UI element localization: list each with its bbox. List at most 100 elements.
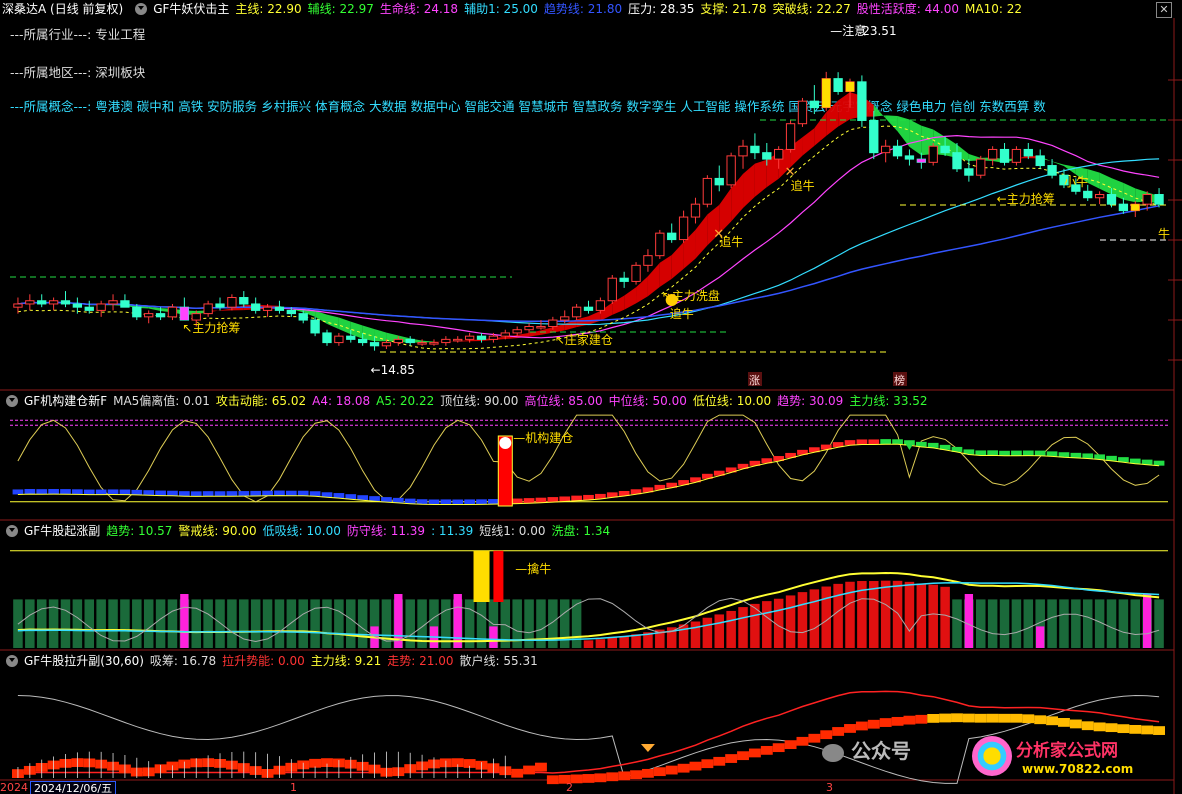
pane2-value-5: 高位线: 85.00 xyxy=(524,394,603,408)
candle xyxy=(738,139,748,169)
candle-body xyxy=(144,313,154,318)
candle-body xyxy=(904,155,915,160)
candle xyxy=(322,329,332,346)
trend-block xyxy=(844,440,856,446)
trend-block xyxy=(428,499,440,505)
candle-body xyxy=(215,303,225,308)
trend-block xyxy=(416,499,428,505)
watermark-gzh: 公众号 xyxy=(822,735,911,764)
pane4-name[interactable]: GF牛股拉升副(30,60) xyxy=(24,652,144,670)
ribbon-segment xyxy=(754,159,767,197)
candle-body xyxy=(524,325,534,331)
candle xyxy=(25,294,35,311)
trend-block xyxy=(167,490,178,496)
candle xyxy=(987,146,998,166)
low-price-label: ←14.85 xyxy=(371,363,415,377)
band-segment xyxy=(855,721,868,731)
candle xyxy=(809,85,820,115)
candle-body xyxy=(643,255,653,266)
pane3-bar xyxy=(714,614,725,648)
candle xyxy=(144,310,154,324)
candle-body xyxy=(108,300,118,305)
pane3-spike-0 xyxy=(180,594,189,648)
pane3-dropdown-icon[interactable] xyxy=(6,525,18,537)
trend-block xyxy=(250,490,262,496)
band-segment xyxy=(772,743,785,753)
band-segment xyxy=(665,765,678,775)
pane4-value-4: 散户线: 55.31 xyxy=(459,654,538,668)
pane3-bar xyxy=(821,586,831,648)
trend-block xyxy=(179,491,190,497)
pane3-bar xyxy=(987,599,998,648)
band-segment xyxy=(891,716,904,726)
pane2-momentum-line xyxy=(17,414,1160,503)
trend-block xyxy=(369,496,380,502)
pane3-value-0: 趋势: 10.57 xyxy=(106,524,173,538)
chase-bull-label-1: 追牛 xyxy=(670,306,694,321)
trend-block xyxy=(464,499,475,505)
pane3-bar xyxy=(322,599,332,648)
trend-block xyxy=(999,450,1010,456)
pane3-bar xyxy=(809,589,820,648)
band-segment xyxy=(725,754,738,763)
pane3-bar xyxy=(191,599,201,648)
candle xyxy=(48,297,59,311)
pane3-header: GF牛股起涨副 趋势: 10.57 警戒线: 90.00 低吸线: 10.00 防守线… xyxy=(0,522,1170,540)
trend-block xyxy=(1011,450,1022,456)
candle-body xyxy=(631,264,641,282)
candle xyxy=(108,294,118,311)
trend-block xyxy=(488,499,499,505)
footer-date[interactable]: 2024/12/06/五 xyxy=(30,781,117,794)
pane3-bar xyxy=(60,599,71,648)
candle xyxy=(239,291,249,308)
candle-body xyxy=(750,145,760,154)
pane2-name[interactable]: GF机构建仓新F xyxy=(24,392,107,410)
site-logo: 分析家公式网 www.70822.com xyxy=(972,730,1172,786)
highlight-candle-3 xyxy=(917,159,926,163)
diamond-icon xyxy=(640,744,655,752)
pane2-trend-blocks xyxy=(12,439,1165,505)
qinniu-label: —擒牛 xyxy=(515,561,551,576)
qinniu-bar-1 xyxy=(473,550,490,602)
candle-body xyxy=(1083,190,1093,199)
pane2-value-8: 趋势: 30.09 xyxy=(777,394,844,408)
trend-block xyxy=(559,496,571,502)
pane3-spike-6 xyxy=(964,594,974,648)
candle-body xyxy=(369,342,380,347)
pane2-values: MA5偏离值: 0.01 攻击动能: 65.02 A4: 18.08 A5: 20.2… xyxy=(113,392,933,410)
highlight-candle-0 xyxy=(180,307,189,321)
chase-bull-label-3: 追牛 xyxy=(791,178,815,193)
pane2-header: GF机构建仓新F MA5偏离值: 0.01 攻击动能: 65.02 A4: 18.0… xyxy=(0,392,1170,410)
trend-block xyxy=(131,489,143,495)
trend-block xyxy=(1082,453,1094,459)
candle xyxy=(13,297,23,314)
candle-body xyxy=(987,148,998,160)
candle xyxy=(857,75,867,127)
pane2-dropdown-icon[interactable] xyxy=(6,395,18,407)
main-accumulate-label-1: ↖主力抢筹 xyxy=(182,320,240,335)
candle-body xyxy=(714,177,724,186)
highlight-candle-2 xyxy=(845,81,855,92)
candle-body xyxy=(37,300,47,305)
pane3-bar xyxy=(797,592,808,648)
pane2-value-6: 中位线: 50.00 xyxy=(608,394,687,408)
highlight-candle-4 xyxy=(1131,204,1140,211)
candle-body xyxy=(393,338,403,344)
pane3-bar xyxy=(726,610,736,648)
bang-label: 榜 xyxy=(894,373,905,387)
pane4-dropdown-icon[interactable] xyxy=(6,655,18,667)
wechat-icon xyxy=(822,743,844,762)
candle xyxy=(726,152,736,189)
pane3-bar xyxy=(286,599,297,648)
trend-block xyxy=(547,497,559,503)
candle-body xyxy=(60,300,71,305)
candle-body xyxy=(833,78,843,93)
pane3-name[interactable]: GF牛股起涨副 xyxy=(24,522,100,540)
pane3-bar xyxy=(262,599,273,648)
candle-body xyxy=(441,338,451,344)
ribbon-segment xyxy=(873,105,886,119)
band-segment xyxy=(1058,718,1070,727)
pane3-bar xyxy=(334,599,344,648)
band-segment xyxy=(986,713,999,723)
trend-block xyxy=(535,497,547,503)
